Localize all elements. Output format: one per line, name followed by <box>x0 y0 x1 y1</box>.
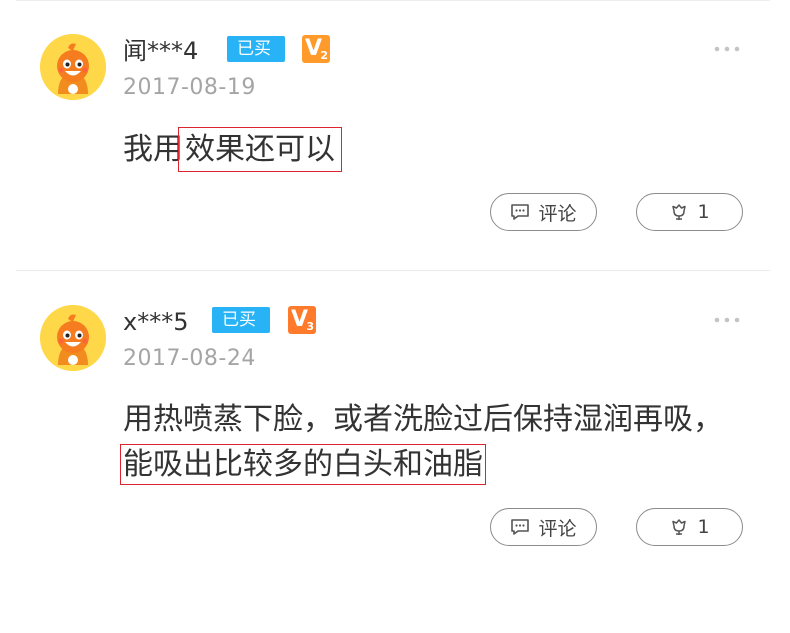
comment-icon <box>511 204 530 220</box>
avatar[interactable] <box>40 305 106 371</box>
review-date: 2017-08-19 <box>123 75 256 100</box>
username: x***5 <box>123 308 189 336</box>
like-button[interactable]: 1 <box>636 193 743 231</box>
avatar[interactable] <box>40 34 106 100</box>
like-count: 1 <box>697 516 710 538</box>
like-count: 1 <box>697 201 710 223</box>
bought-badge: 已买 <box>227 36 285 62</box>
user-level-badge: V 3 <box>288 306 316 334</box>
review-date: 2017-08-24 <box>123 346 256 371</box>
highlighted-review-text: 能吸出比较多的白头和油脂 <box>120 444 486 485</box>
review-text: 用热喷蒸下脸，或者洗脸过后保持湿润再吸， <box>123 402 723 437</box>
comment-button[interactable]: 评论 <box>490 508 597 546</box>
highlighted-review-text: 效果还可以 <box>178 127 342 172</box>
mascot-avatar-icon <box>40 34 106 100</box>
bought-badge: 已买 <box>212 307 270 333</box>
review-content: 用热喷蒸下脸，或者洗脸过后保持湿润再吸， 能吸出比较多的白头和油脂 <box>120 397 723 487</box>
more-options-icon[interactable] <box>713 42 741 56</box>
comment-label: 评论 <box>538 202 577 225</box>
review-item: 闻***4 已买 V 2 2017-08-19 我用效果还可以 评论 1 <box>0 0 790 271</box>
comment-icon <box>511 519 530 535</box>
review-content: 我用效果还可以 <box>123 127 723 172</box>
comment-label: 评论 <box>538 517 577 540</box>
more-options-icon[interactable] <box>713 313 741 327</box>
level-number: 2 <box>320 49 328 62</box>
comment-button[interactable]: 评论 <box>490 193 597 231</box>
level-number: 3 <box>306 320 314 333</box>
user-level-badge: V 2 <box>302 35 330 63</box>
username: 闻***4 <box>123 37 199 65</box>
review-text: 我用 <box>123 132 183 167</box>
like-button[interactable]: 1 <box>636 508 743 546</box>
review-item: x***5 已买 V 3 2017-08-24 用热喷蒸下脸，或者洗脸过后保持湿… <box>0 271 790 633</box>
flower-like-icon <box>672 204 687 220</box>
mascot-avatar-icon <box>40 305 106 371</box>
flower-like-icon <box>672 519 687 535</box>
